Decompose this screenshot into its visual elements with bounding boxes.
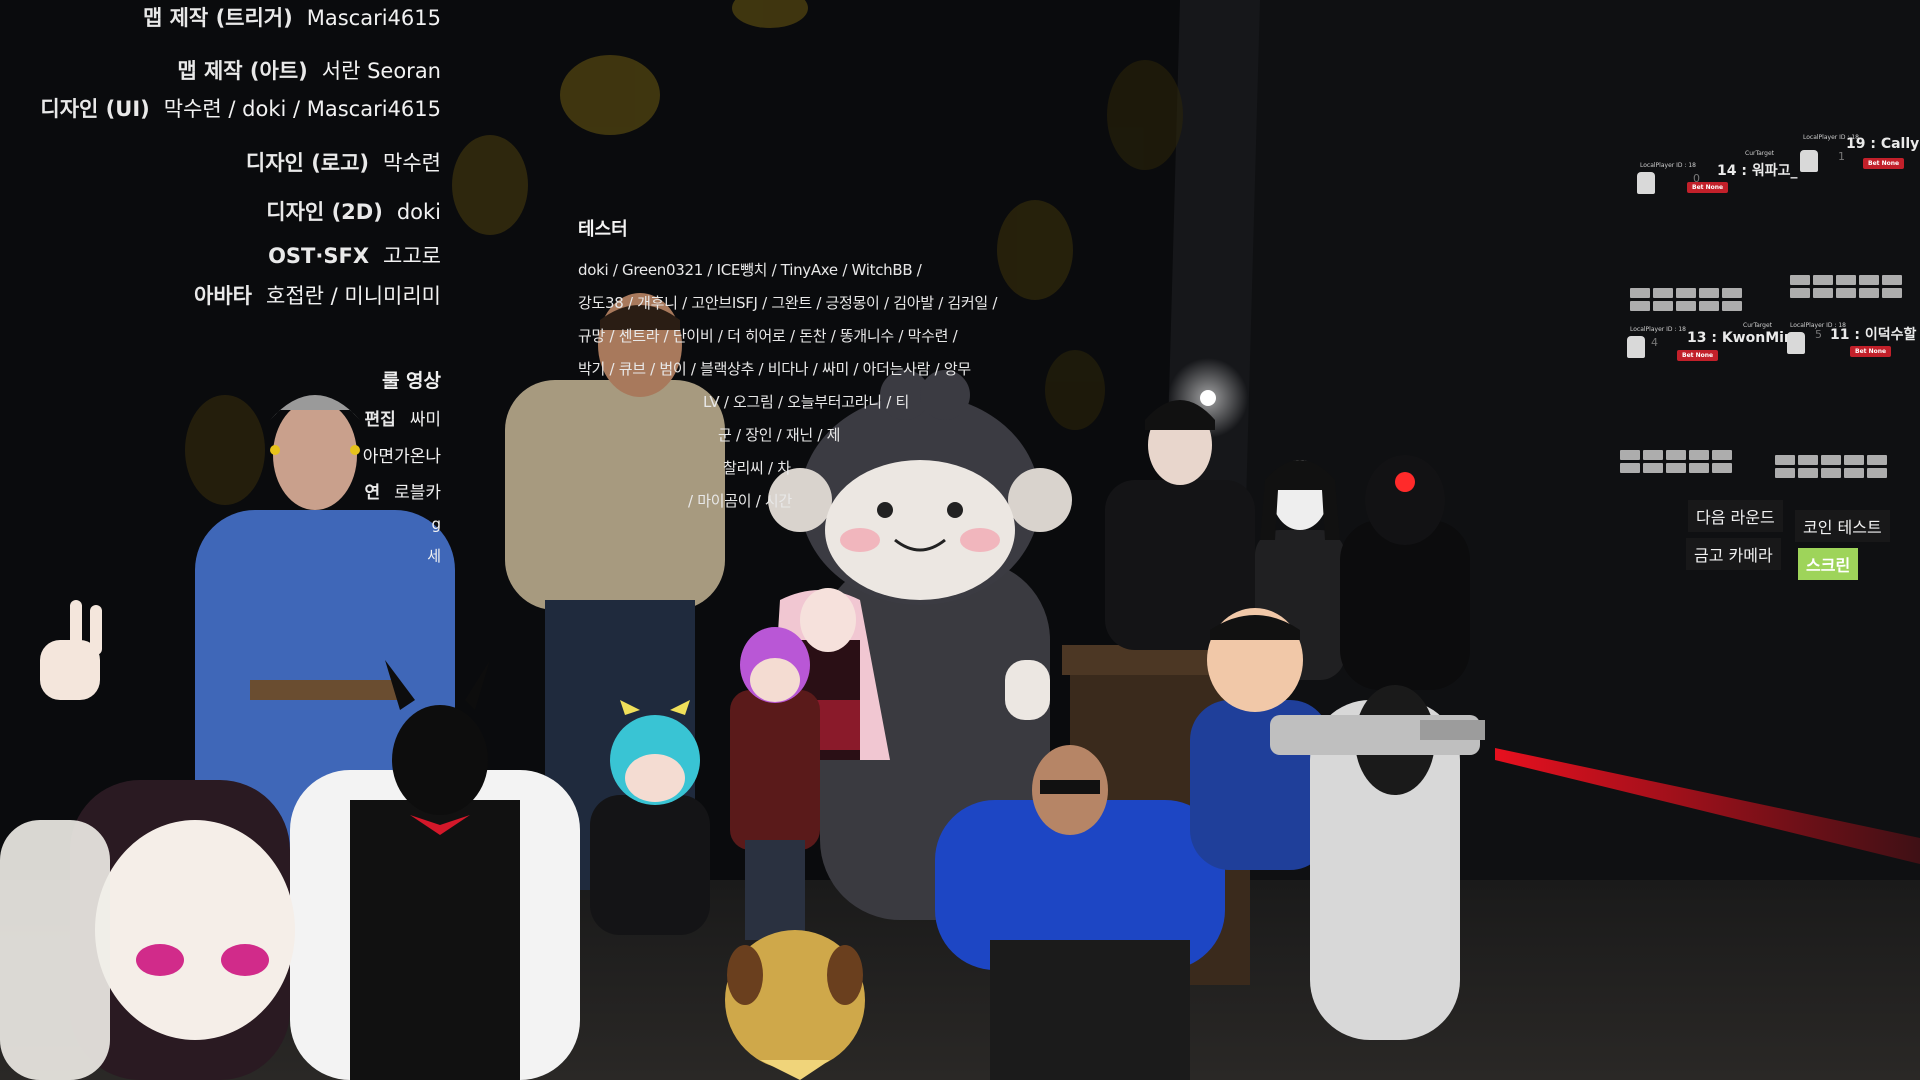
- credit-name: 호접란 / 미니미리미: [266, 284, 441, 308]
- credit-name: 서란 Seoran: [321, 59, 441, 83]
- credit-role: 편집: [364, 410, 396, 430]
- player-slot: 4: [1651, 336, 1658, 349]
- bet-badge: Bet None: [1863, 158, 1905, 169]
- testers-line: 박기 / 큐브 / 범이 / 블랙상추 / 비다나 / 싸미 / 아더는사람 /…: [578, 360, 971, 378]
- credit-name: doki: [396, 200, 441, 224]
- bet-badge: Bet None: [1687, 182, 1729, 193]
- screen-button[interactable]: 스크린: [1798, 548, 1859, 580]
- credit-row-design-ui: 디자인 (UI) 막수련 / doki / Mascari4615: [40, 93, 441, 123]
- testers-title: 테스터: [578, 219, 628, 240]
- credit-name: 막수련 / doki / Mascari4615: [163, 97, 441, 121]
- credit-row-ost-sfx: OST·SFX 고고로: [268, 240, 441, 270]
- credit-name: 고고로: [383, 244, 441, 268]
- credit-name: g: [431, 515, 441, 533]
- player-card[interactable]: LocalPlayer ID : 18 1 19 : CallyCar Bet …: [1798, 128, 1920, 178]
- credit-name: Mascari4615: [306, 6, 441, 30]
- credit-row-map-trigger: 맵 제작 (트리거) Mascari4615: [143, 2, 441, 32]
- credit-row-video-5: 세: [427, 545, 441, 566]
- credit-role: 연: [364, 483, 381, 503]
- credit-name: 싸미: [409, 410, 441, 430]
- credit-row-video-2: 아면가온나: [363, 442, 441, 467]
- credit-role: 맵 제작 (트리거): [142, 6, 293, 30]
- avatar-white-coat: [0, 820, 110, 1080]
- testers-line: 강도38 / 개후니 / 고안브ISFJ / 그완트 / 긍정몽이 / 김아발 …: [578, 294, 998, 312]
- bet-badge: Bet None: [1850, 346, 1892, 357]
- credit-row-design-logo: 디자인 (로고) 막수련: [246, 147, 441, 177]
- credit-role: 맵 제작 (아트): [177, 59, 308, 83]
- testers-line: 규망 / 센트라 / 단이비 / 더 히어로 / 돈찬 / 똥개니수 / 막수련…: [578, 327, 958, 345]
- player-card[interactable]: LocalPlayer ID : 18 4 CurTarget 13 : Kwo…: [1625, 322, 1800, 372]
- player-name: 14 : 워파고_: [1717, 163, 1798, 179]
- player-target-label: CurTarget: [1743, 322, 1773, 329]
- player-avatar-icon: [1637, 172, 1655, 194]
- credits-wall: 맵 제작 (트리거) Mascari4615 맵 제작 (아트) 서란 Seor…: [0, 0, 441, 565]
- credit-row-design-2d: 디자인 (2D) doki: [266, 196, 441, 226]
- testers-credits: 테스터 doki / Green0321 / ICE뺑치 / TinyAxe /…: [578, 215, 998, 523]
- player-target-label: CurTarget: [1745, 150, 1775, 157]
- player-local-id: LocalPlayer ID : 18: [1640, 162, 1696, 169]
- credit-row-video-edit: 편집 싸미: [364, 405, 441, 430]
- player-card[interactable]: LocalPlayer ID : 18 5 11 : 이덕수할 Bet None: [1785, 318, 1920, 368]
- player-local-id: LocalPlayer ID : 18: [1630, 326, 1686, 333]
- seat-grid: [1775, 455, 1887, 478]
- credit-role: OST·SFX: [268, 244, 370, 268]
- player-card[interactable]: LocalPlayer ID : 18 0 CurTarget 14 : 워파고…: [1635, 150, 1810, 200]
- credit-role: 디자인 (로고): [245, 151, 370, 175]
- player-name: 13 : KwonMin: [1687, 330, 1794, 346]
- gold-camera-button[interactable]: 금고 카메라: [1686, 538, 1781, 570]
- player-avatar-icon: [1627, 336, 1645, 358]
- next-round-button[interactable]: 다음 라운드: [1688, 500, 1783, 532]
- credit-name: 로블카: [394, 483, 441, 503]
- credit-row-video-4: g: [431, 515, 441, 533]
- credit-name: 아면가온나: [362, 447, 441, 467]
- credit-name: 막수련: [383, 151, 441, 175]
- seat-grid: [1620, 450, 1732, 473]
- credit-section-title-video: 룰 영상: [381, 370, 441, 392]
- seat-grid: [1790, 275, 1902, 298]
- credit-role: 디자인 (2D): [266, 200, 383, 224]
- player-avatar-icon: [1787, 332, 1805, 354]
- testers-line: 찰리씨 / 차: [723, 459, 791, 477]
- player-avatar-icon: [1800, 150, 1818, 172]
- player-slot: 1: [1838, 150, 1845, 163]
- credit-name: 세: [427, 547, 441, 565]
- credit-role: 디자인 (UI): [40, 97, 150, 121]
- credit-row-avatar: 아바타 호접란 / 미니미리미: [194, 280, 441, 310]
- bet-badge: Bet None: [1677, 350, 1719, 361]
- coin-test-button[interactable]: 코인 테스트: [1795, 510, 1890, 542]
- credit-row-video-3: 연 로블카: [364, 478, 441, 503]
- testers-line: LV / 오그림 / 오늘부터고라니 / 티: [703, 393, 909, 411]
- seat-grid: [1630, 288, 1742, 311]
- player-slot: 5: [1815, 328, 1822, 341]
- testers-line: 군 / 장인 / 재닌 / 제: [718, 426, 841, 444]
- credit-role: 아바타: [194, 284, 252, 308]
- testers-line: / 마이곰이 / 시간: [688, 492, 792, 510]
- testers-line: doki / Green0321 / ICE뺑치 / TinyAxe / Wit…: [578, 261, 922, 279]
- player-name: 19 : CallyCar: [1846, 136, 1920, 152]
- player-name: 11 : 이덕수할: [1830, 327, 1917, 343]
- credit-row-map-art: 맵 제작 (아트) 서란 Seoran: [177, 55, 441, 85]
